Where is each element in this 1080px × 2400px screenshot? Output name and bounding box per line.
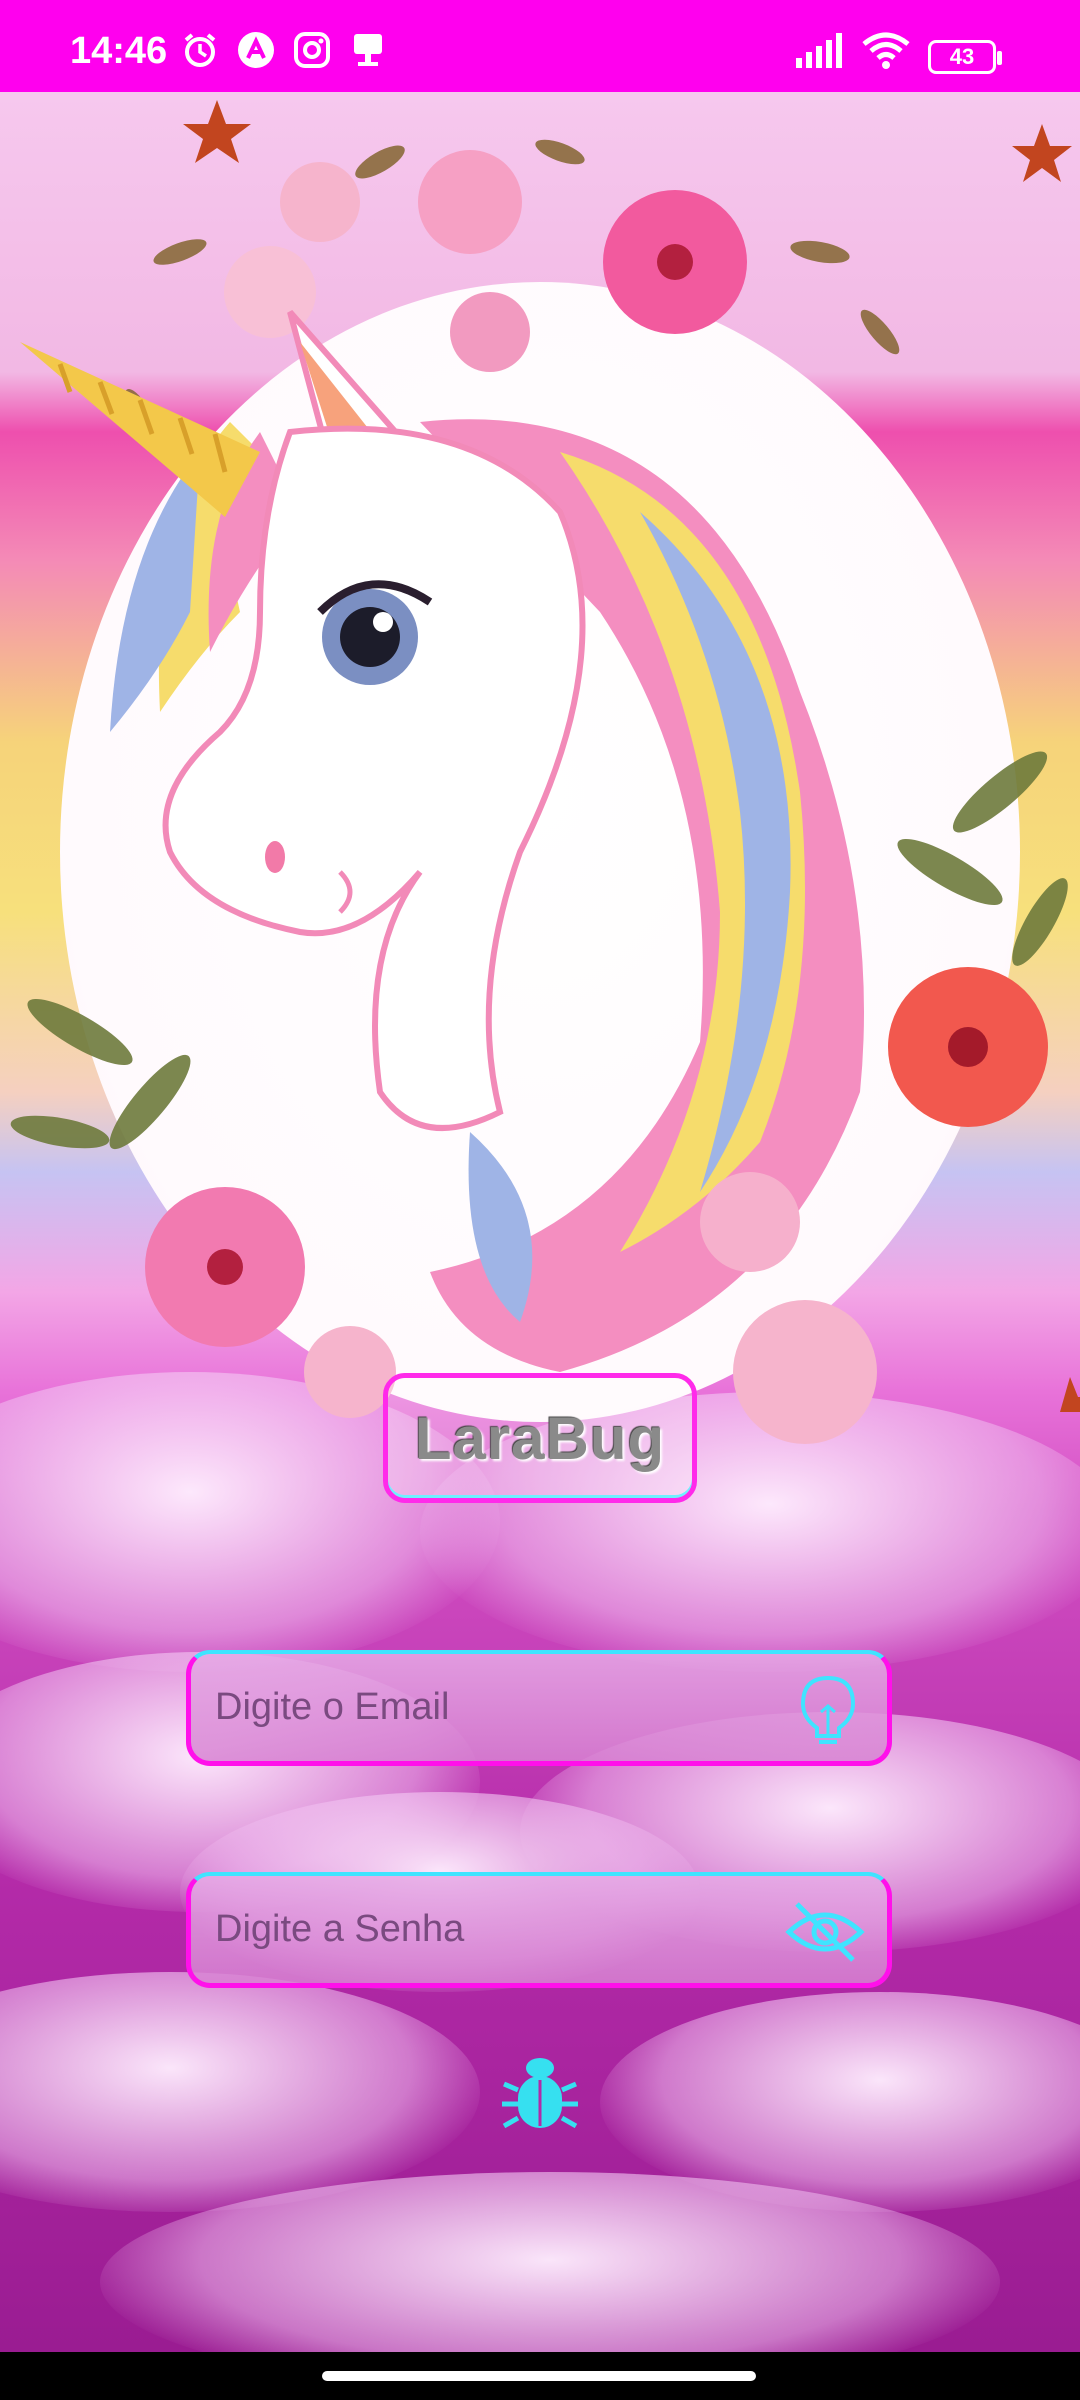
email-input[interactable] xyxy=(213,1685,777,1730)
app-notification-icon xyxy=(236,30,276,70)
password-field-container[interactable] xyxy=(186,1872,892,1988)
status-bar: 14:46 43 xyxy=(0,0,1080,92)
instagram-icon xyxy=(292,30,332,70)
signal-icon xyxy=(794,30,846,70)
background-scene xyxy=(0,92,1080,2352)
wifi-icon xyxy=(860,30,912,70)
bug-icon[interactable] xyxy=(500,2052,580,2136)
email-field-container[interactable] xyxy=(186,1650,892,1766)
lightbulb-icon[interactable] xyxy=(793,1672,863,1748)
eye-off-icon[interactable] xyxy=(783,1894,867,1970)
app-title-box: LaraBug xyxy=(383,1373,697,1503)
download-notification-icon xyxy=(348,30,388,70)
home-gesture-bar[interactable] xyxy=(322,2371,756,2381)
unicorn-illustration xyxy=(10,100,1080,1444)
app-title: LaraBug xyxy=(414,1404,666,1472)
status-time: 14:46 xyxy=(70,30,168,72)
password-input[interactable] xyxy=(213,1907,777,1952)
alarm-icon xyxy=(180,30,220,70)
battery-indicator: 43 xyxy=(928,40,1002,74)
